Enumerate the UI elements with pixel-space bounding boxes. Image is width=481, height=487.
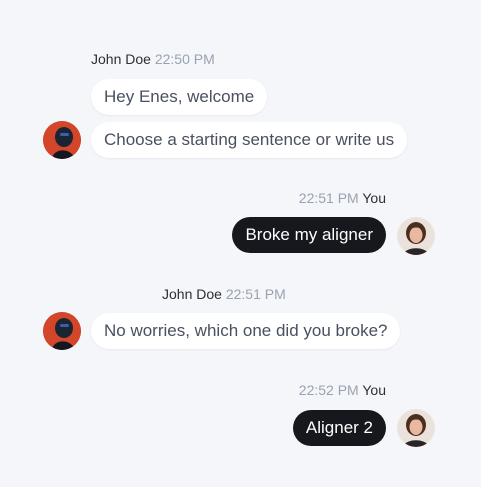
author-name: You bbox=[362, 382, 386, 398]
message-meta-agent: John Doe 22:51 PM bbox=[162, 285, 286, 303]
message-meta-agent: John Doe 22:50 PM bbox=[91, 50, 215, 68]
agent-avatar[interactable] bbox=[43, 312, 81, 350]
user-avatar[interactable] bbox=[397, 409, 435, 447]
user-avatar[interactable] bbox=[397, 217, 435, 255]
message-bubble[interactable]: Broke my aligner bbox=[232, 217, 386, 253]
timestamp: 22:50 PM bbox=[154, 51, 215, 67]
agent-avatar[interactable] bbox=[43, 121, 81, 159]
message-meta-user: 22:52 PM You bbox=[299, 381, 386, 399]
author-name: John Doe bbox=[91, 51, 151, 67]
message-bubble[interactable]: No worries, which one did you broke? bbox=[91, 313, 401, 349]
message-meta-user: 22:51 PM You bbox=[299, 189, 386, 207]
message-bubble[interactable]: Aligner 2 bbox=[292, 410, 386, 446]
author-name: John Doe bbox=[162, 286, 222, 302]
message-bubble[interactable]: Hey Enes, welcome bbox=[91, 79, 268, 115]
timestamp: 22:51 PM bbox=[225, 286, 286, 302]
timestamp: 22:51 PM bbox=[298, 190, 359, 206]
author-name: You bbox=[362, 190, 386, 206]
message-bubble[interactable]: Choose a starting sentence or write us bbox=[91, 122, 408, 158]
timestamp: 22:52 PM bbox=[298, 382, 359, 398]
chat-thread: John Doe 22:50 PM Hey Enes, welcome Choo… bbox=[0, 0, 481, 487]
